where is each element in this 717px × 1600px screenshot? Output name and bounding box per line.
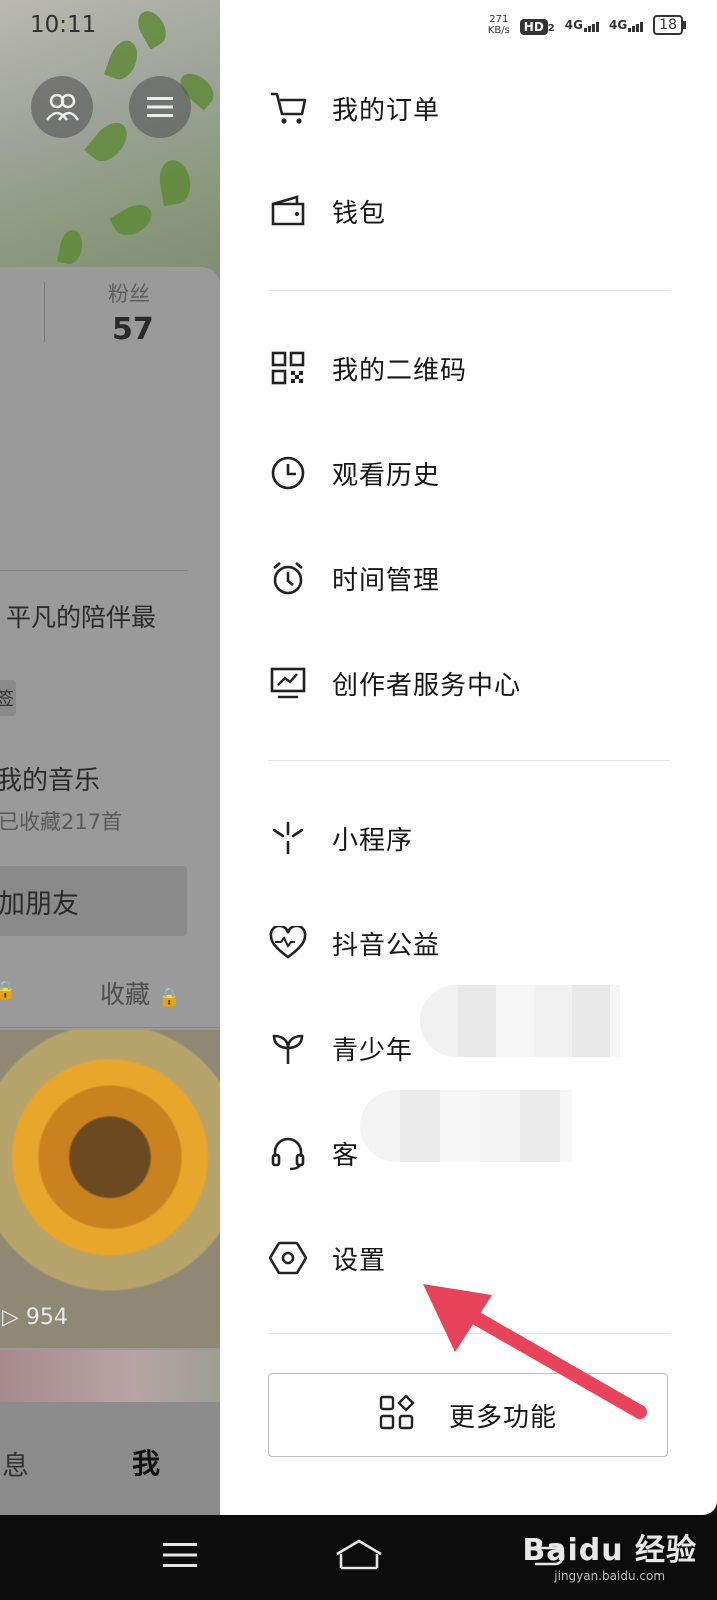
- network-speed: 271 KB/s: [488, 14, 510, 36]
- menu-item-label: 小程序: [332, 825, 414, 856]
- tab-messages[interactable]: 息: [2, 1444, 29, 1483]
- side-drawer-menu: 271 KB/s HD 2 4G 4G 18 我的订单 钱包 我的二维码 观看历…: [220, 0, 717, 1515]
- menu-item-label: 观看历史: [332, 460, 441, 491]
- profile-tag: 签: [0, 680, 16, 716]
- lock-icon: 🔒: [0, 980, 17, 1001]
- play-count: ▷ 954: [2, 1305, 68, 1330]
- friends-button[interactable]: [31, 76, 93, 138]
- menu-item-label: 我的订单: [332, 95, 441, 126]
- menu-item-mini-program[interactable]: 小程序: [268, 808, 668, 868]
- menu-button[interactable]: [129, 76, 191, 138]
- hamburger-icon: [147, 97, 173, 117]
- status-bar-icons: 271 KB/s HD 2 4G 4G 18: [488, 14, 686, 36]
- network-speed-unit: KB/s: [487, 25, 510, 36]
- play-count-value: 954: [25, 1305, 68, 1330]
- menu-item-time-management[interactable]: 时间管理: [268, 548, 668, 608]
- clock-icon: [268, 453, 308, 493]
- signal-icon-2: 4G: [609, 18, 644, 32]
- menu-divider: [268, 290, 670, 291]
- profile-cover-image: [0, 0, 220, 285]
- menu-item-label: 我的二维码: [332, 355, 468, 386]
- recent-apps-button[interactable]: [155, 1535, 205, 1575]
- video-thumbnail-2[interactable]: [0, 1350, 220, 1405]
- tab-favorites[interactable]: 收藏 🔒: [100, 975, 180, 1011]
- menu-item-my-qrcode[interactable]: 我的二维码: [268, 338, 668, 398]
- more-features-label: 更多功能: [448, 1402, 557, 1433]
- menu-item-label: 抖音公益: [332, 930, 441, 961]
- menu-item-label: 青少年: [332, 1035, 414, 1066]
- menu-item-my-orders[interactable]: 我的订单: [268, 78, 668, 138]
- menu-item-charity[interactable]: 抖音公益: [268, 913, 668, 973]
- menu-item-label: 钱包: [332, 198, 387, 229]
- stat-divider: [44, 282, 45, 342]
- menu-item-watch-history[interactable]: 观看历史: [268, 443, 668, 503]
- watermark: Baidu 经验 jingyan.baidu.com: [522, 1525, 697, 1583]
- network-speed-value: 271: [489, 14, 509, 25]
- home-button[interactable]: [334, 1535, 384, 1575]
- menu-item-label: 设置: [332, 1245, 387, 1276]
- section-divider: [0, 570, 188, 571]
- signal-icon-1: 4G: [565, 18, 599, 32]
- alarm-clock-icon: [268, 558, 308, 598]
- menu-divider: [268, 760, 670, 761]
- my-music-title[interactable]: 我的音乐: [0, 760, 100, 797]
- watermark-main: Baidu 经验: [522, 1533, 697, 1568]
- tab-divider: [0, 1027, 220, 1028]
- lock-icon: 🔒: [157, 987, 181, 1008]
- menu-item-label: 创作者服务中心: [332, 670, 522, 701]
- menu-lines-icon: [163, 1543, 197, 1567]
- privacy-blur: [420, 985, 620, 1057]
- my-music-subtitle: 已收藏217首: [0, 810, 123, 834]
- wallet-icon: [268, 191, 308, 231]
- profile-page-background: 10:11 粉丝 57 平凡的陪伴最 签 我的音乐 已收藏217首 加朋友 🔒 …: [0, 0, 220, 1515]
- fans-label: 粉丝: [108, 282, 150, 306]
- bottom-tabbar: [0, 1402, 220, 1515]
- headset-icon: [268, 1133, 308, 1173]
- grid-apps-icon: [379, 1394, 415, 1435]
- add-friend-button[interactable]: 加朋友: [0, 866, 187, 936]
- more-features-button[interactable]: 更多功能: [268, 1373, 668, 1457]
- tab-favorites-label: 收藏: [100, 980, 151, 1009]
- menu-item-creator-center[interactable]: 创作者服务中心: [268, 653, 668, 713]
- tab-me[interactable]: 我: [132, 1442, 160, 1482]
- monitor-chart-icon: [268, 663, 308, 703]
- menu-divider: [268, 1333, 670, 1334]
- menu-item-label: 时间管理: [332, 565, 441, 596]
- settings-hexagon-icon: [268, 1238, 308, 1278]
- menu-item-settings[interactable]: 设置: [268, 1228, 668, 1288]
- home-icon: [336, 1539, 382, 1570]
- cart-icon: [268, 88, 308, 128]
- menu-item-wallet[interactable]: 钱包: [268, 181, 668, 241]
- menu-item-label: 客: [332, 1140, 360, 1171]
- video-thumbnail-sunflower[interactable]: [0, 1030, 220, 1348]
- qrcode-icon: [268, 348, 308, 388]
- hd-icon: HD 2: [519, 16, 555, 35]
- sprout-icon: [268, 1028, 308, 1068]
- friends-icon: [45, 93, 79, 121]
- privacy-blur: [360, 1090, 572, 1162]
- battery-icon: 18: [653, 15, 686, 35]
- play-icon: ▷: [2, 1305, 19, 1330]
- fans-count[interactable]: 57: [112, 312, 154, 347]
- watermark-sub: jingyan.baidu.com: [554, 1569, 666, 1583]
- status-time: 10:11: [30, 12, 97, 38]
- heart-icon: [268, 923, 308, 963]
- profile-bio: 平凡的陪伴最: [6, 603, 157, 632]
- mini-program-icon: [268, 818, 308, 858]
